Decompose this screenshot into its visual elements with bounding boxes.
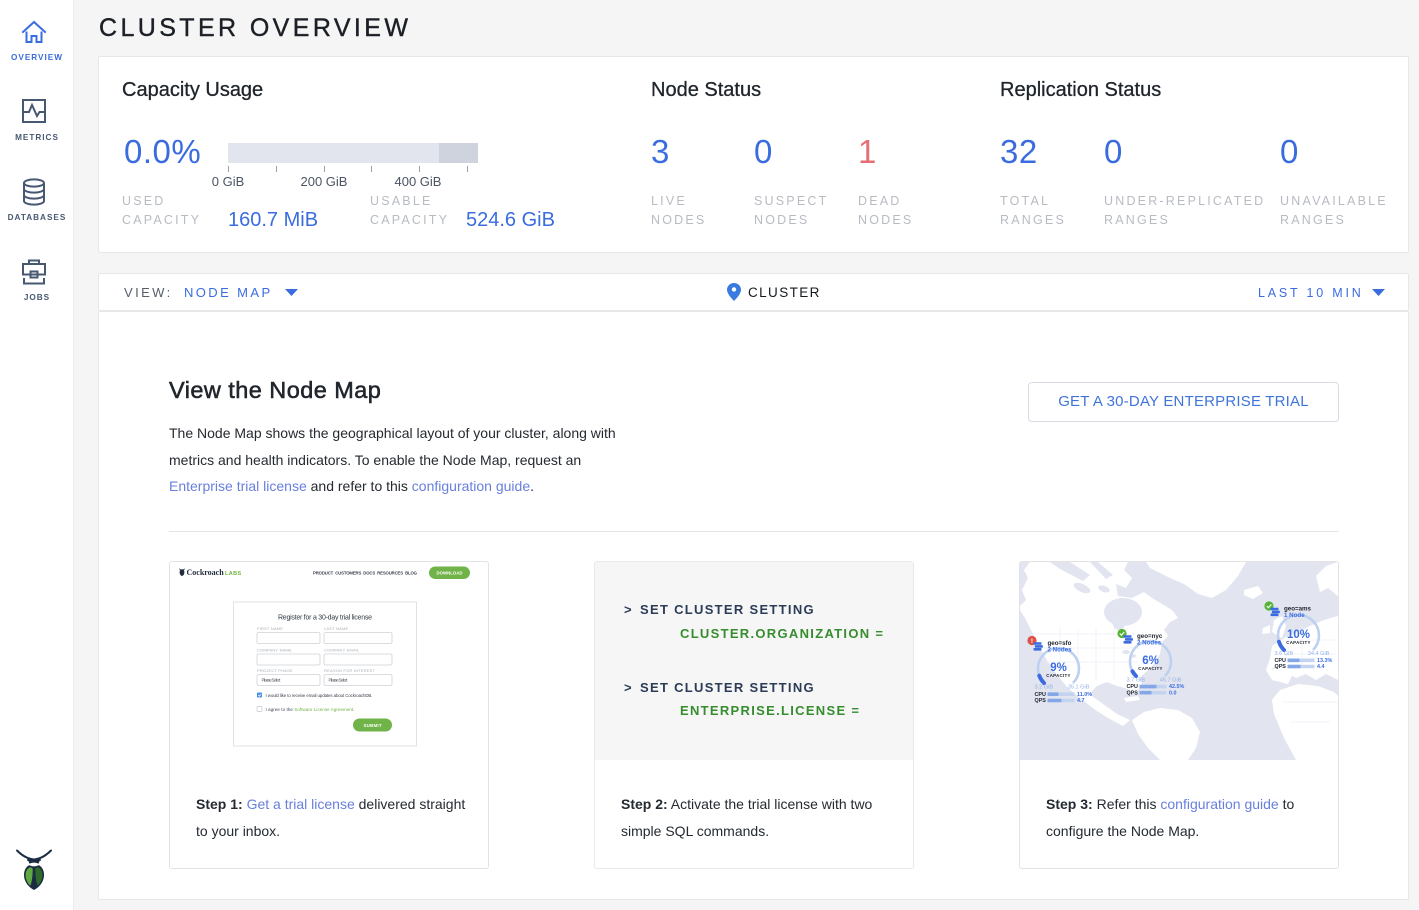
svg-text:LAST NAME: LAST NAME: [324, 626, 349, 631]
svg-text:I would like to receive email: I would like to receive email updates ab…: [266, 693, 373, 698]
svg-text:LABS: LABS: [225, 571, 242, 577]
svg-text:Cockroach: Cockroach: [187, 568, 225, 577]
svg-text:FIRST NAME: FIRST NAME: [257, 626, 283, 631]
svg-text:CPU: CPU: [1275, 658, 1286, 664]
svg-text:3.2 GiB: 3.2 GiB: [1035, 684, 1054, 690]
svg-text:COMPANY NAME: COMPANY NAME: [257, 648, 292, 653]
svg-text:CAPACITY: CAPACITY: [1286, 640, 1311, 645]
svg-text:11.0%: 11.0%: [1077, 692, 1092, 698]
svg-text:REASON FOR INTEREST: REASON FOR INTEREST: [324, 668, 375, 673]
svg-text:34.4 GiB: 34.4 GiB: [1308, 651, 1330, 657]
svg-text:CPU: CPU: [1127, 684, 1138, 690]
svg-text:SUBMIT: SUBMIT: [364, 723, 382, 728]
svg-text:2 Nodes: 2 Nodes: [1048, 646, 1073, 653]
svg-text:3.7 GiB: 3.7 GiB: [1127, 677, 1146, 683]
svg-text:35.1 GiB: 35.1 GiB: [1068, 684, 1090, 690]
svg-text:I agree to the Software Licens: I agree to the Software License Agreemen…: [266, 707, 355, 712]
svg-text:QPS: QPS: [1035, 698, 1047, 704]
svg-text:CAPACITY: CAPACITY: [1138, 666, 1163, 671]
svg-text:CPU: CPU: [1035, 692, 1046, 698]
svg-text:1 Node: 1 Node: [1284, 612, 1305, 619]
svg-text:CAPACITY: CAPACITY: [1046, 673, 1071, 678]
svg-text:13.3%: 13.3%: [1317, 658, 1332, 664]
svg-text:4.7: 4.7: [1077, 698, 1085, 704]
svg-text:COMPANY EMAIL: COMPANY EMAIL: [324, 648, 360, 653]
svg-text:Register for a 30-day trial li: Register for a 30-day trial license: [278, 615, 372, 622]
svg-text:!: !: [1031, 638, 1033, 645]
svg-text:DOWNLOAD: DOWNLOAD: [437, 571, 463, 576]
svg-text:0.0: 0.0: [1169, 690, 1177, 696]
svg-text:PRODUCT CUSTOMERS DOCS RESO: PRODUCT CUSTOMERS DOCS RESOURCES BLOG: [313, 570, 418, 575]
svg-text:4.4: 4.4: [1317, 664, 1325, 670]
svg-text:Please Select: Please Select: [262, 678, 282, 683]
svg-text:PROJECT PHASE: PROJECT PHASE: [257, 668, 293, 673]
svg-text:QPS: QPS: [1275, 664, 1287, 670]
svg-text:2 Nodes: 2 Nodes: [1137, 639, 1162, 646]
svg-text:42.5%: 42.5%: [1169, 684, 1184, 690]
svg-text:45.7 GiB: 45.7 GiB: [1160, 677, 1182, 683]
svg-text:3.6 GiB: 3.6 GiB: [1275, 651, 1294, 657]
svg-text:QPS: QPS: [1127, 690, 1139, 696]
svg-text:Please Select: Please Select: [329, 678, 349, 683]
